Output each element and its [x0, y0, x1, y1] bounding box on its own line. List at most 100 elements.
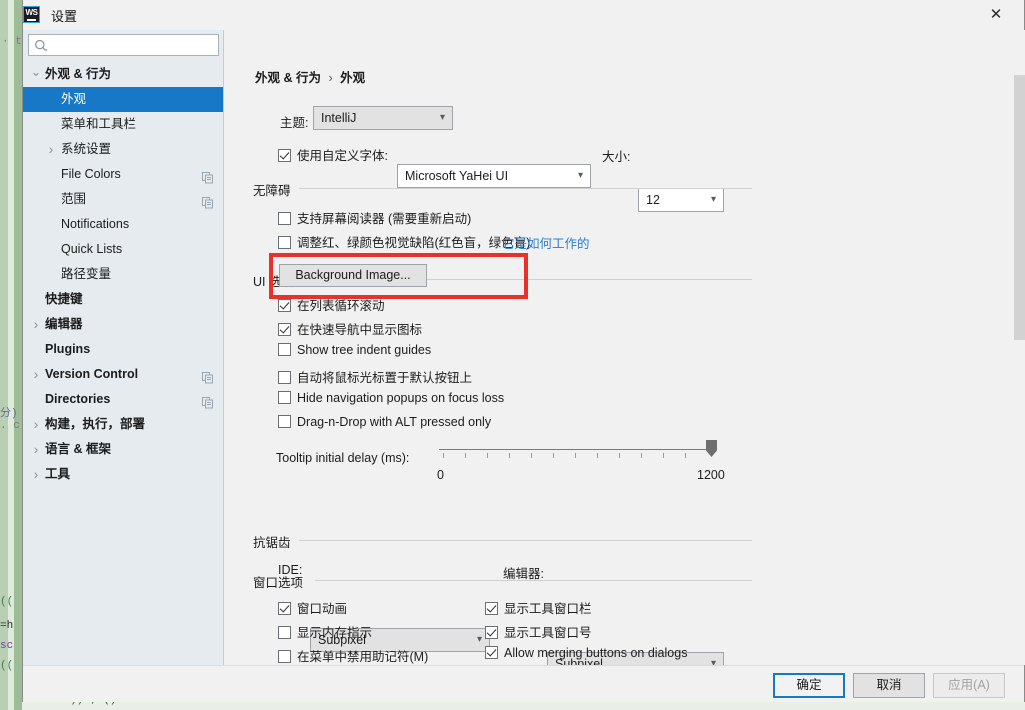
sidebar-item-6[interactable]: Notifications — [23, 212, 223, 237]
backdrop-code: (( — [0, 596, 14, 608]
copy-icon[interactable] — [202, 193, 214, 209]
chevron-down-icon: ▾ — [577, 170, 583, 181]
tooltip-delay-slider-thumb[interactable] — [706, 440, 717, 457]
logo-text: WS — [25, 8, 38, 17]
sidebar-item-8[interactable]: 路径变量 — [23, 262, 223, 287]
sidebar-item-4[interactable]: File Colors — [23, 162, 223, 187]
sidebar-item-label: 语言 & 框架 — [45, 442, 111, 456]
slider-tick — [531, 453, 532, 458]
search-input[interactable] — [28, 34, 219, 56]
checkbox-box — [278, 391, 291, 404]
webstorm-logo-icon: WS — [23, 6, 40, 23]
use-custom-font-checkbox[interactable]: 使用自定义字体: — [278, 145, 388, 164]
sidebar-item-label: 构建，执行，部署 — [45, 417, 146, 431]
sidebar-item-9[interactable]: 快捷键 — [23, 287, 223, 312]
sidebar-item-13[interactable]: Directories — [23, 387, 223, 412]
sidebar-item-11[interactable]: Plugins — [23, 337, 223, 362]
slider-tick — [663, 453, 664, 458]
sidebar-item-7[interactable]: Quick Lists — [23, 237, 223, 262]
sidebar-item-14[interactable]: › 构建，执行，部署 — [23, 412, 223, 437]
accessibility-group-title: 无障碍 — [253, 180, 752, 199]
sidebar-item-label: 工具 — [45, 467, 71, 481]
breadcrumb-parent[interactable]: 外观 & 行为 — [255, 71, 321, 85]
chevron-right-icon[interactable]: › — [45, 137, 57, 162]
sidebar-item-label: Quick Lists — [61, 242, 123, 256]
tree-indent-guides-checkbox[interactable]: Show tree indent guides — [278, 343, 431, 357]
sidebar-item-15[interactable]: › 语言 & 框架 — [23, 437, 223, 462]
sidebar-item-0[interactable]: ⌄ 外观 & 行为 — [23, 62, 223, 87]
dragndrop-alt-label: Drag-n-Drop with ALT pressed only — [297, 415, 492, 429]
group-label: 窗口选项 — [253, 576, 304, 590]
sidebar-item-1[interactable]: 外观 — [23, 87, 223, 112]
settings-sidebar: ⌄ 外观 & 行为 外观 菜单和工具栏 › 系统设置 File Colors 范围 Notifi… — [23, 30, 224, 665]
sidebar-item-label: 外观 & 行为 — [45, 67, 111, 81]
hide-nav-popups-label: Hide navigation popups on focus loss — [297, 391, 505, 405]
checkbox-box — [278, 299, 291, 312]
slider-tick — [465, 453, 466, 458]
quick-nav-icons-checkbox[interactable]: 在快速导航中显示图标 — [278, 319, 422, 338]
cursor-on-default-button-checkbox[interactable]: 自动将鼠标光标置于默认按钮上 — [278, 367, 472, 386]
cancel-button[interactable]: 取消 — [853, 673, 925, 698]
sidebar-item-5[interactable]: 范围 — [23, 187, 223, 212]
chevron-right-icon[interactable]: › — [30, 312, 42, 337]
group-divider — [299, 188, 752, 189]
settings-dialog: WS 设置 ✕ ⌄ 外观 & 行为 外观 菜单和工具栏 › 系统设置 File Colors… — [22, 0, 1025, 702]
screen-reader-checkbox[interactable]: 支持屏幕阅读器 (需要重新启动) — [278, 208, 471, 227]
settings-content: 外观 & 行为 › 外观 主题: IntelliJ ▾ 使用自定义字体: Mic… — [225, 30, 1025, 665]
sidebar-item-16[interactable]: › 工具 — [23, 462, 223, 487]
font-family-select[interactable]: Microsoft YaHei UI ▾ — [397, 164, 591, 188]
checkbox-box — [278, 212, 291, 225]
close-icon[interactable]: ✕ — [976, 0, 1016, 30]
show-tool-window-numbers-label: 显示工具窗口号 — [504, 626, 592, 640]
allow-merging-buttons-checkbox[interactable]: Allow merging buttons on dialogs — [485, 646, 687, 660]
slider-tick — [553, 453, 554, 458]
sidebar-item-3[interactable]: › 系统设置 — [23, 137, 223, 162]
slider-tick — [685, 453, 686, 458]
sidebar-item-2[interactable]: 菜单和工具栏 — [23, 112, 223, 137]
chevron-down-icon[interactable]: ⌄ — [30, 62, 42, 81]
copy-icon[interactable] — [202, 393, 214, 409]
content-scrollbar-track[interactable] — [1014, 30, 1025, 665]
window-animation-checkbox[interactable]: 窗口动画 — [278, 598, 347, 617]
breadcrumb: 外观 & 行为 › 外观 — [255, 67, 365, 86]
show-tool-window-bars-checkbox[interactable]: 显示工具窗口栏 — [485, 598, 592, 617]
screen-reader-label: 支持屏幕阅读器 (需要重新启动) — [297, 212, 472, 226]
show-tool-window-numbers-checkbox[interactable]: 显示工具窗口号 — [485, 622, 592, 641]
checkbox-box — [278, 323, 291, 336]
checkbox-box — [485, 602, 498, 615]
slider-min-label: 0 — [437, 468, 444, 482]
ok-button[interactable]: 确定 — [773, 673, 845, 698]
disable-mnemonics-checkbox[interactable]: 在菜单中禁用助记符(M) — [278, 646, 428, 665]
sidebar-item-12[interactable]: › Version Control — [23, 362, 223, 387]
cyclic-scroll-checkbox[interactable]: 在列表循环滚动 — [278, 295, 385, 314]
copy-icon[interactable] — [202, 368, 214, 384]
tooltip-delay-slider-track[interactable] — [439, 449, 716, 450]
font-family-value: Microsoft YaHei UI — [405, 169, 509, 183]
sidebar-item-label: 系统设置 — [61, 142, 112, 156]
sidebar-item-label: Notifications — [61, 217, 130, 231]
chevron-down-icon: ▾ — [439, 112, 445, 123]
sidebar-item-10[interactable]: › 编辑器 — [23, 312, 223, 337]
chevron-down-icon: ▾ — [710, 658, 716, 665]
color-deficiency-label: 调整红、绿颜色视觉缺陷(红色盲，绿色盲) — [297, 236, 531, 250]
chevron-right-icon[interactable]: › — [30, 412, 42, 437]
memory-indicator-checkbox[interactable]: 显示内存指示 — [278, 622, 372, 641]
font-size-label: 大小: — [602, 150, 631, 164]
window-title: 设置 — [51, 9, 78, 24]
theme-value: IntelliJ — [321, 111, 357, 125]
slider-tick — [443, 453, 444, 458]
chevron-right-icon[interactable]: › — [30, 437, 42, 462]
checkbox-box — [278, 149, 291, 162]
background-image-button[interactable]: Background Image... — [279, 264, 427, 287]
copy-icon[interactable] — [202, 168, 214, 184]
content-scrollbar-thumb[interactable] — [1014, 75, 1025, 340]
checkbox-box — [278, 602, 291, 615]
chevron-right-icon[interactable]: › — [30, 362, 42, 387]
color-deficiency-checkbox[interactable]: 调整红、绿颜色视觉缺陷(红色盲，绿色盲) — [278, 232, 530, 251]
chevron-right-icon[interactable]: › — [30, 462, 42, 487]
hide-nav-popups-checkbox[interactable]: Hide navigation popups on focus loss — [278, 391, 504, 405]
font-size-select[interactable]: 12 ▾ — [638, 188, 724, 212]
how-it-works-link[interactable]: 它是如何工作的 — [502, 233, 590, 252]
dragndrop-alt-checkbox[interactable]: Drag-n-Drop with ALT pressed only — [278, 415, 491, 429]
theme-select[interactable]: IntelliJ ▾ — [313, 106, 453, 130]
